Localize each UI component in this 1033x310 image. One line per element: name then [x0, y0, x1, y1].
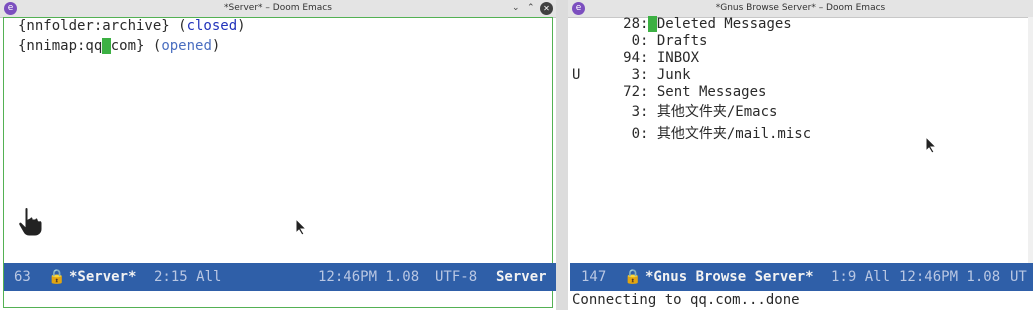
minimize-icon[interactable]: ⌄	[512, 3, 520, 13]
mouse-pointer-icon	[925, 136, 937, 154]
mailbox-name: 其他文件夹/Emacs	[656, 104, 778, 120]
server-buffer[interactable]: {nnfolder:archive} (closed) {nnimap:qq.c…	[18, 16, 246, 56]
clock-load: 12:46PM 1.08	[318, 269, 420, 285]
mailbox-row[interactable]: 3: 其他文件夹/Emacs	[572, 101, 811, 123]
buffer-name[interactable]: *Server*	[69, 263, 136, 291]
mailbox-count: 0	[631, 33, 640, 49]
server-line-archive[interactable]: {nnfolder:archive} (closed)	[18, 16, 246, 36]
mailbox-row[interactable]: U 3: Junk	[572, 67, 811, 84]
mailbox-name: 其他文件夹/mail.misc	[656, 126, 812, 142]
left-mode-line: 63 🔒 *Server* 2:15 All 12:46PM 1.08 UTF-…	[4, 263, 556, 291]
clock-load: 12:46PM 1.08	[899, 269, 1001, 285]
right-window-title: *Gnus Browse Server* – Doom Emacs	[715, 3, 886, 13]
mailbox-name: Junk	[656, 67, 691, 83]
mailbox-name: INBOX	[656, 50, 700, 66]
status-closed: closed	[186, 18, 238, 34]
mailbox-name: Drafts	[656, 33, 708, 49]
gnus-browse-window: e *Gnus Browse Server* – Doom Emacs 28: …	[568, 0, 1033, 310]
mailbox-name: Deleted Messages	[656, 16, 792, 32]
mailbox-count: 72	[623, 84, 640, 100]
lock-icon: 🔒	[48, 269, 66, 285]
mailbox-count: 3	[631, 67, 640, 83]
mailbox-row[interactable]: 0: 其他文件夹/mail.misc	[572, 123, 812, 145]
cursor-position: 1:9 All	[831, 269, 891, 285]
server-window: e *Server* – Doom Emacs ⌄ ⌃ ✕ {nnfolder:…	[0, 0, 556, 310]
text-cursor: .	[102, 38, 111, 54]
encoding[interactable]: UT	[1010, 263, 1027, 291]
status-opened: opened	[161, 38, 212, 54]
mailbox-count: 94	[623, 50, 640, 66]
mouse-pointer-icon	[295, 218, 307, 236]
mailbox-count: 0	[631, 126, 640, 142]
right-mode-line: 147 🔒 *Gnus Browse Server* 1:9 All 12:46…	[570, 263, 1033, 291]
minibuffer-message: Connecting to qq.com...done	[572, 292, 800, 308]
unread-flag: U	[572, 67, 581, 83]
mailbox-row[interactable]: 94: INBOX	[572, 50, 811, 67]
lock-icon: 🔒	[624, 269, 642, 285]
mailbox-count: 28	[623, 16, 640, 32]
major-mode[interactable]: Server	[496, 263, 547, 291]
hand-pointer-icon	[18, 207, 43, 237]
mailbox-row[interactable]: 0: Drafts	[572, 33, 811, 50]
mailbox-row[interactable]: 28: Deleted Messages	[572, 16, 811, 33]
maximize-icon[interactable]: ⌃	[527, 3, 535, 13]
line-number: 147	[581, 269, 607, 285]
vertical-scrollbar[interactable]	[1028, 17, 1033, 263]
mailbox-count: 3	[631, 104, 640, 120]
mailbox-row[interactable]: 72: Sent Messages	[572, 84, 811, 101]
buffer-name[interactable]: *Gnus Browse Server*	[645, 263, 814, 291]
cursor-position: 2:15 All	[154, 269, 222, 285]
left-window-title: *Server* – Doom Emacs	[224, 3, 332, 13]
gnus-browse-buffer[interactable]: 28: Deleted Messages 0: Drafts 94: INBOX…	[572, 16, 811, 145]
text-cursor	[648, 16, 657, 32]
encoding[interactable]: UTF-8	[435, 263, 477, 291]
close-icon[interactable]: ✕	[540, 2, 553, 15]
line-number: 63	[14, 269, 31, 285]
mailbox-name: Sent Messages	[656, 84, 767, 100]
server-line-qq[interactable]: {nnimap:qq.com} (opened)	[18, 36, 246, 56]
